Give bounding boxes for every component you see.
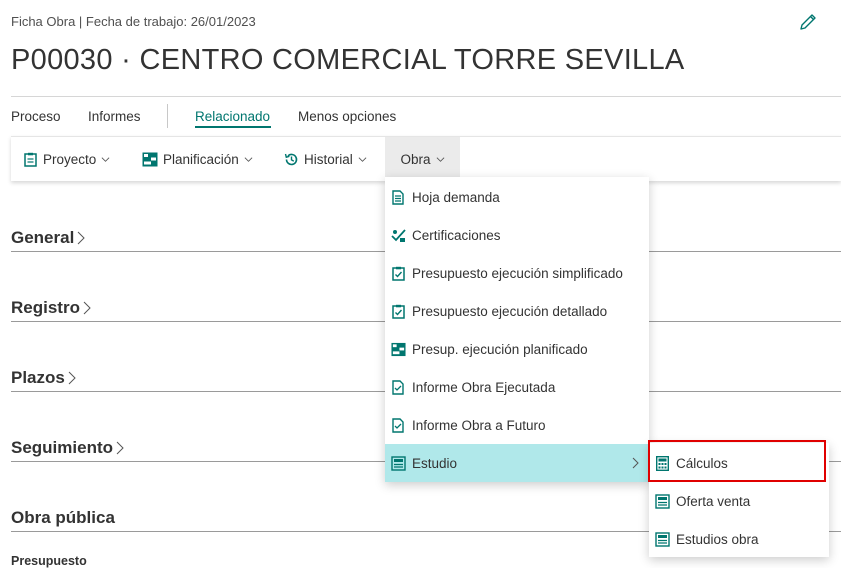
submenu-item-label: Oferta venta bbox=[676, 493, 751, 509]
chevron-down-icon bbox=[101, 156, 110, 162]
page-title: P00030 · CENTRO COMERCIAL TORRE SEVILLA bbox=[11, 44, 685, 76]
menu-item-label: Presupuesto ejecución simplificado bbox=[412, 265, 623, 281]
document-icon bbox=[391, 189, 406, 205]
menu-item-estudio[interactable]: Estudio bbox=[385, 444, 649, 482]
chevron-right-icon bbox=[68, 371, 76, 385]
obra-button[interactable]: Obra bbox=[385, 137, 460, 181]
submenu-item-label: Estudios obra bbox=[676, 531, 759, 547]
study-icon bbox=[655, 493, 670, 509]
report-icon bbox=[391, 417, 406, 433]
history-icon bbox=[284, 153, 298, 165]
menu-item-label: Certificaciones bbox=[412, 227, 501, 243]
report-icon bbox=[391, 379, 406, 395]
proyecto-button[interactable]: Proyecto bbox=[23, 137, 110, 181]
planificacion-label: Planificación bbox=[163, 151, 239, 167]
menu-item-label: Presup. ejecución planificado bbox=[412, 341, 588, 357]
section-plazos-label: Plazos bbox=[11, 368, 65, 387]
historial-button[interactable]: Historial bbox=[284, 137, 367, 181]
menu-item-informe-ejecutada[interactable]: Informe Obra Ejecutada bbox=[385, 368, 649, 406]
tab-proceso[interactable]: Proceso bbox=[11, 109, 61, 124]
section-plazos[interactable]: Plazos bbox=[11, 368, 76, 388]
menu-item-hoja-demanda[interactable]: Hoja demanda bbox=[385, 178, 649, 216]
tab-informes[interactable]: Informes bbox=[88, 109, 141, 124]
menu-item-label: Hoja demanda bbox=[412, 189, 500, 205]
calculator-icon bbox=[655, 455, 670, 471]
active-tab-underline bbox=[195, 126, 271, 128]
edit-pencil-icon[interactable] bbox=[798, 12, 818, 32]
chevron-right-icon bbox=[77, 231, 86, 245]
gantt-icon bbox=[391, 342, 406, 357]
study-icon bbox=[655, 531, 670, 547]
section-registro[interactable]: Registro bbox=[11, 298, 91, 318]
submenu-item-estudios-obra[interactable]: Estudios obra bbox=[649, 520, 829, 558]
section-seguimiento-label: Seguimiento bbox=[11, 438, 114, 457]
chevron-right-icon bbox=[116, 441, 124, 455]
menu-item-certificaciones[interactable]: Certificaciones bbox=[385, 216, 649, 254]
submenu-item-label: Cálculos bbox=[676, 455, 728, 471]
historial-label: Historial bbox=[304, 151, 353, 167]
chevron-down-icon bbox=[358, 156, 367, 162]
submenu-item-oferta-venta[interactable]: Oferta venta bbox=[649, 482, 829, 520]
menu-item-presupuesto-simplificado[interactable]: Presupuesto ejecución simplificado bbox=[385, 254, 649, 292]
section-obra-publica[interactable]: Obra pública bbox=[11, 508, 115, 528]
chevron-right-icon bbox=[632, 457, 639, 469]
action-bar: Proyecto Planificación Historial Obra bbox=[11, 136, 841, 181]
section-seguimiento[interactable]: Seguimiento bbox=[11, 438, 124, 458]
chevron-right-icon bbox=[83, 301, 91, 315]
menu-item-label: Informe Obra Ejecutada bbox=[412, 379, 556, 395]
clipboard-check-icon bbox=[391, 304, 406, 319]
tab-menos-opciones[interactable]: Menos opciones bbox=[298, 109, 396, 124]
certificate-icon bbox=[391, 228, 406, 243]
obra-label: Obra bbox=[400, 151, 431, 167]
chevron-down-icon bbox=[436, 156, 444, 162]
section-general-label: General bbox=[11, 228, 75, 247]
section-obra-publica-label: Obra pública bbox=[11, 508, 115, 527]
menu-item-informe-futuro[interactable]: Informe Obra a Futuro bbox=[385, 406, 649, 444]
submenu-item-calculos[interactable]: Cálculos bbox=[649, 444, 829, 482]
estudio-submenu: Cálculos Oferta venta Estudios obra bbox=[649, 443, 829, 557]
tab-relacionado[interactable]: Relacionado bbox=[195, 109, 270, 124]
section-registro-label: Registro bbox=[11, 298, 80, 317]
menu-item-presupuesto-planificado[interactable]: Presup. ejecución planificado bbox=[385, 330, 649, 368]
section-general[interactable]: General bbox=[11, 228, 86, 248]
clipboard-icon bbox=[24, 152, 37, 167]
chevron-down-icon bbox=[244, 156, 253, 162]
breadcrumb: Ficha Obra | Fecha de trabajo: 26/01/202… bbox=[11, 14, 256, 29]
menu-item-presupuesto-detallado[interactable]: Presupuesto ejecución detallado bbox=[385, 292, 649, 330]
menu-item-label: Estudio bbox=[412, 455, 458, 471]
planificacion-button[interactable]: Planificación bbox=[142, 137, 253, 181]
menu-item-label: Informe Obra a Futuro bbox=[412, 417, 546, 433]
study-icon bbox=[391, 455, 406, 471]
proyecto-label: Proyecto bbox=[43, 151, 97, 167]
presupuesto-label: Presupuesto bbox=[11, 554, 87, 568]
gantt-icon bbox=[142, 152, 158, 166]
header-divider bbox=[11, 96, 841, 97]
obra-dropdown-menu: Hoja demanda Certificaciones Presupuesto… bbox=[385, 177, 649, 482]
clipboard-check-icon bbox=[391, 266, 406, 281]
menu-item-label: Presupuesto ejecución detallado bbox=[412, 303, 608, 319]
nav-separator bbox=[167, 104, 168, 128]
